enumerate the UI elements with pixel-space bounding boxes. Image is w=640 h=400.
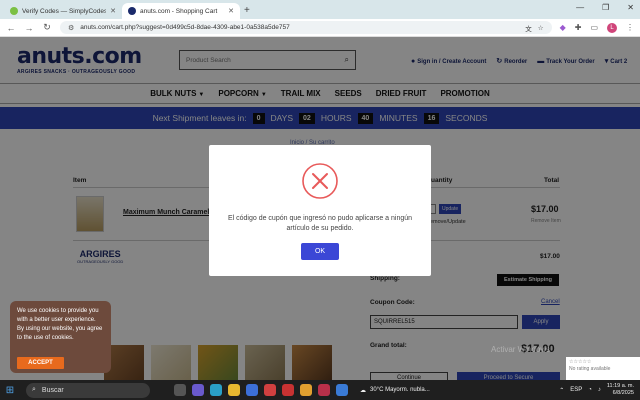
close-tab-icon[interactable]: ✕ [110,7,116,15]
error-x-icon [302,163,338,199]
time-text: 11:19 a. m. [606,383,634,389]
address-bar[interactable]: ⚙ anuts.com/cart.php?suggest=0d499c5d-8d… [60,21,552,34]
minimize-icon[interactable]: — [576,3,584,12]
url-text[interactable]: anuts.com/cart.php?suggest=0d499c5d-8dae… [80,24,289,31]
tab-verify-codes[interactable]: Verify Codes — SimplyCodes ✕ [4,3,122,19]
cloud-icon: ☁ [360,387,366,394]
store-icon[interactable] [246,384,258,396]
translate-icon[interactable]: 文 [525,23,532,33]
task-view-icon[interactable] [174,384,186,396]
browser-toolbar: ← → ↻ ⚙ anuts.com/cart.php?suggest=0d499… [0,19,640,37]
clock[interactable]: 11:19 a. m. 6/8/2025 [607,383,634,397]
file-explorer-icon[interactable] [228,384,240,396]
rating-text: No rating available [569,366,611,372]
menu-dots-icon[interactable]: ⋮ [626,23,634,32]
weather-widget[interactable]: ☁ 30°C Mayorm. nubla... [360,387,430,394]
modal-message: El código de cupón que ingresó no pudo a… [227,215,413,232]
edge-icon[interactable] [210,384,222,396]
wifi-icon[interactable]: ◔ [588,387,592,393]
windows-taskbar: ⊞ ⌕ Buscar ☁ 30°C Mayorm. nubla... ⌃ ESP… [0,380,640,400]
forward-icon[interactable]: → [24,23,34,33]
close-window-icon[interactable]: ✕ [627,3,634,12]
windows-activation-watermark: Activar Windows [491,345,551,354]
cookie-text: We use cookies to provide you with a bet… [17,308,103,341]
language-indicator[interactable]: ESP [570,387,582,393]
anuts-favicon-icon [128,7,136,15]
rating-stars: ☆☆☆☆☆ [569,359,592,365]
chrome-icon[interactable] [300,384,312,396]
taskbar-apps [174,384,348,396]
date-text: 6/8/2025 [612,390,634,396]
app-icon[interactable] [264,384,276,396]
search-icon: ⌕ [32,386,36,393]
browser-extensions: ◆ ✚ ▭ L ⋮ [560,22,634,33]
widgets-icon[interactable] [192,384,204,396]
profile-avatar[interactable]: L [607,22,617,33]
window-controls: — ❐ ✕ [576,3,634,12]
simplycodes-favicon-icon [10,7,18,15]
volume-icon[interactable]: ♪ [598,387,601,393]
extension-icon[interactable]: ◆ [560,23,566,32]
tab-shopping-cart[interactable]: anuts.com - Shopping Cart ✕ [122,3,240,19]
app-icon[interactable] [336,384,348,396]
site-info-icon[interactable]: ⚙ [68,24,74,32]
rating-widget: ☆☆☆☆☆ No rating available [566,357,640,380]
app-icon[interactable] [318,384,330,396]
maximize-icon[interactable]: ❐ [602,3,609,12]
reload-icon[interactable]: ↻ [42,22,52,33]
browser-tab-bar: Verify Codes — SimplyCodes ✕ anuts.com -… [0,0,640,19]
system-tray: ⌃ ESP ◔ ♪ 11:19 a. m. 6/8/2025 [559,383,640,397]
weather-text: 30°C Mayorm. nubla... [370,387,430,393]
chevron-up-icon[interactable]: ⌃ [559,387,564,394]
close-tab-icon[interactable]: ✕ [228,7,234,15]
accept-cookies-button[interactable]: ACCEPT [17,357,64,369]
taskbar-search[interactable]: ⌕ Buscar [26,382,150,398]
tab-title: anuts.com - Shopping Cart [140,7,218,15]
cookie-notice: We use cookies to provide you with a bet… [10,301,111,373]
app-icon[interactable] [282,384,294,396]
coupon-error-modal: El código de cupón que ingresó no pudo a… [209,145,431,276]
tab-title: Verify Codes — SimplyCodes [22,7,107,15]
windows-start-icon[interactable]: ⊞ [0,385,20,396]
extensions-puzzle-icon[interactable]: ✚ [575,23,582,32]
bookmark-star-icon[interactable]: ☆ [538,24,544,32]
taskbar-search-label: Buscar [41,386,64,394]
back-icon[interactable]: ← [6,23,16,33]
sidebar-icon[interactable]: ▭ [590,23,598,32]
ok-button[interactable]: OK [301,243,339,260]
new-tab-button[interactable]: + [244,5,250,16]
